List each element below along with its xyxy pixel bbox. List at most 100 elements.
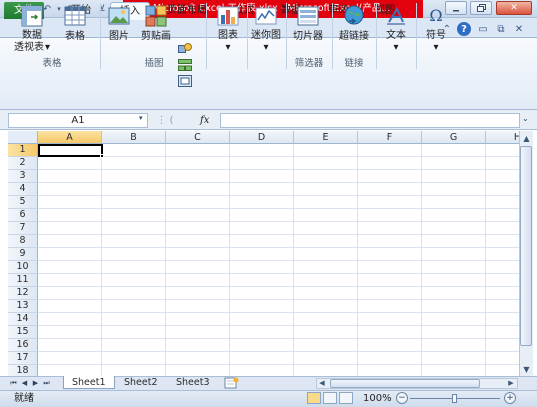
row-header[interactable]: 6 — [8, 209, 38, 222]
slicer-icon — [296, 4, 320, 28]
group-divider — [376, 3, 377, 69]
shapes-icon[interactable] — [178, 42, 192, 56]
close-button[interactable]: ✕ — [496, 1, 532, 15]
picture-icon — [107, 4, 131, 28]
row-header[interactable]: 9 — [8, 248, 38, 261]
gridline — [38, 195, 519, 196]
screenshot-icon[interactable] — [178, 74, 192, 88]
row-header[interactable]: 17 — [8, 352, 38, 365]
column-header[interactable]: G — [422, 131, 486, 144]
normal-view-icon[interactable] — [307, 392, 321, 404]
next-sheet-icon[interactable]: ▶ — [31, 377, 40, 389]
column-header[interactable]: A — [38, 131, 102, 144]
expand-formula-icon[interactable]: ⌄ — [522, 114, 529, 123]
hyperlink-button[interactable]: 超链接 — [334, 2, 374, 54]
gridline — [38, 338, 519, 339]
active-cell[interactable] — [38, 144, 103, 157]
column-header[interactable]: C — [166, 131, 230, 144]
workbook-close-icon[interactable]: ✕ — [512, 22, 526, 36]
zoom-in-icon[interactable]: + — [504, 392, 516, 404]
table-button[interactable]: 表格 — [58, 2, 92, 54]
fill-handle[interactable] — [100, 154, 104, 158]
insert-sheet-icon[interactable] — [224, 377, 240, 389]
gridline — [38, 260, 519, 261]
chart-label: 图表 — [218, 30, 238, 41]
sparkline-icon — [254, 4, 278, 27]
chart-button[interactable]: 图表 ▾ — [210, 2, 246, 54]
gridline — [38, 221, 519, 222]
sparkline-button[interactable]: 迷你图 ▾ — [248, 2, 284, 54]
vertical-scroll-thumb[interactable] — [520, 146, 532, 346]
chevron-down-icon: ▾ — [263, 42, 269, 53]
group-divider — [332, 3, 333, 69]
sheet-tab-sheet2[interactable]: Sheet2 — [116, 376, 166, 389]
chevron-down-icon[interactable]: ▾ — [139, 114, 143, 122]
scroll-right-icon[interactable]: ▶ — [506, 378, 516, 389]
scroll-down-icon[interactable]: ▼ — [520, 363, 533, 375]
row-header[interactable]: 3 — [8, 170, 38, 183]
symbol-button[interactable]: Ω 符号 ▾ — [418, 2, 454, 54]
formula-input[interactable] — [220, 113, 520, 128]
function-icon[interactable]: fx — [200, 113, 209, 128]
column-header[interactable]: F — [358, 131, 422, 144]
spreadsheet-grid[interactable]: ABCDEFGH 1 2 3 4 5 6 7 8 9 10 11 12 13 14 15 16 17 18 — [8, 131, 519, 376]
column-header[interactable]: H — [486, 131, 519, 144]
zoom-out-icon[interactable]: − — [396, 392, 408, 404]
row-header[interactable]: 5 — [8, 196, 38, 209]
text-icon — [384, 4, 408, 27]
status-ready: 就绪 — [14, 393, 34, 404]
row-header[interactable]: 11 — [8, 274, 38, 287]
workbook-restore-icon[interactable]: ⧉ — [494, 22, 508, 36]
gridline — [38, 182, 519, 183]
column-header[interactable]: E — [294, 131, 358, 144]
column-header[interactable]: B — [102, 131, 166, 144]
group-divider — [206, 3, 207, 69]
scroll-left-icon[interactable]: ◀ — [317, 378, 327, 389]
prev-sheet-icon[interactable]: ◀ — [20, 377, 29, 389]
row-header[interactable]: 10 — [8, 261, 38, 274]
gridline — [38, 286, 519, 287]
gridline — [38, 364, 519, 365]
scroll-up-icon[interactable]: ▲ — [520, 132, 533, 144]
clip-art-label: 剪贴画 — [141, 31, 171, 42]
page-layout-view-icon[interactable] — [323, 392, 337, 404]
slicer-label: 切片器 — [293, 31, 323, 42]
gridline — [38, 156, 519, 157]
picture-button[interactable]: 图片 — [104, 2, 134, 54]
row-header[interactable]: 15 — [8, 326, 38, 339]
gridline — [38, 299, 519, 300]
row-header[interactable]: 1 — [8, 144, 38, 157]
workbook-minimize-icon[interactable]: ▭ — [476, 22, 490, 36]
row-header[interactable]: 14 — [8, 313, 38, 326]
help-icon[interactable]: ? — [457, 22, 471, 36]
select-all-corner[interactable] — [8, 131, 38, 144]
name-box[interactable]: A1 — [8, 113, 148, 128]
text-button[interactable]: 文本 ▾ — [378, 2, 414, 54]
zoom-level[interactable]: 100% — [363, 392, 392, 405]
gridline — [38, 312, 519, 313]
restore-button[interactable] — [470, 1, 492, 15]
pivot-table-button[interactable]: 数据 透视表 ▾ — [10, 2, 54, 54]
row-header[interactable]: 8 — [8, 235, 38, 248]
row-header[interactable]: 12 — [8, 287, 38, 300]
horizontal-scroll-thumb[interactable] — [330, 379, 480, 388]
row-header[interactable]: 7 — [8, 222, 38, 235]
sheet-tab-sheet1[interactable]: Sheet1 — [63, 376, 115, 389]
first-sheet-icon[interactable]: ⏮ — [9, 377, 18, 389]
row-header[interactable]: 13 — [8, 300, 38, 313]
row-header[interactable]: 2 — [8, 157, 38, 170]
table-label: 表格 — [65, 31, 85, 42]
row-header[interactable]: 18 — [8, 365, 38, 376]
clip-art-button[interactable]: 剪贴画 — [138, 2, 174, 54]
omega-icon: Ω — [429, 6, 443, 25]
sheet-tab-sheet3[interactable]: Sheet3 — [168, 376, 218, 389]
zoom-slider-thumb[interactable] — [452, 394, 457, 403]
last-sheet-icon[interactable]: ⏭ — [42, 377, 51, 389]
page-break-view-icon[interactable] — [339, 392, 353, 404]
picture-label: 图片 — [109, 31, 129, 42]
column-header[interactable]: D — [230, 131, 294, 144]
slicer-button[interactable]: 切片器 — [288, 2, 328, 54]
gridline — [38, 325, 519, 326]
row-header[interactable]: 4 — [8, 183, 38, 196]
row-header[interactable]: 16 — [8, 339, 38, 352]
